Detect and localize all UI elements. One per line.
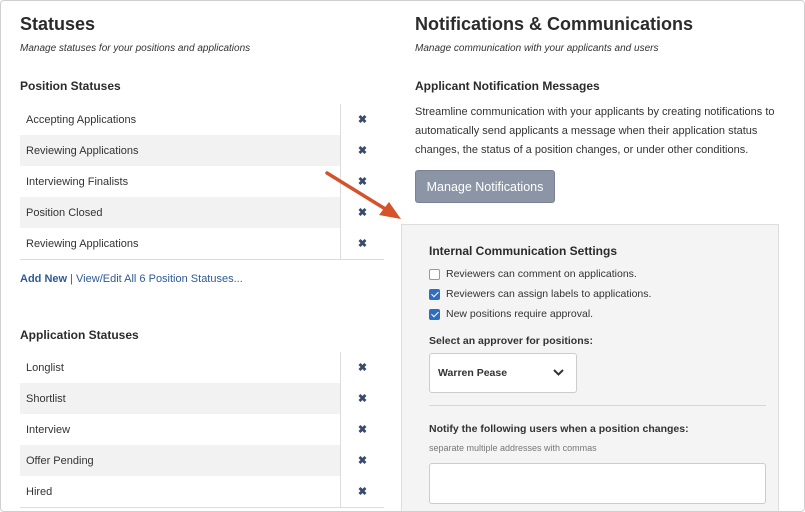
position-status-links: Add New | View/Edit All 6 Position Statu…	[20, 273, 243, 285]
notifications-title: Notifications & Communications	[415, 14, 694, 34]
applicant-messages-description: Streamline communication with your appli…	[415, 106, 775, 156]
status-label: Reviewing Applications	[20, 135, 341, 166]
status-label: Hired	[20, 476, 341, 507]
option-positions-approval[interactable]: New positions require approval.	[429, 308, 593, 320]
settings-page: Statuses Manage statuses for your positi…	[0, 0, 805, 512]
link-separator: |	[70, 273, 73, 285]
applicant-messages-heading: Applicant Notification Messages	[415, 79, 600, 93]
approver-select[interactable]: Warren Pease	[429, 353, 577, 393]
position-statuses-heading: Position Statuses	[20, 79, 121, 93]
status-label: Longlist	[20, 352, 341, 383]
option-reviewers-comment[interactable]: Reviewers can comment on applications.	[429, 268, 637, 280]
delete-icon[interactable]: ✖	[341, 445, 384, 476]
checkbox-unchecked[interactable]	[429, 268, 440, 280]
table-row: Accepting Applications ✖	[20, 104, 384, 135]
delete-icon[interactable]: ✖	[341, 352, 384, 383]
table-row: Hired ✖	[20, 476, 384, 507]
statuses-title: Statuses	[20, 14, 96, 34]
status-label: Interview	[20, 414, 341, 445]
add-new-link[interactable]: Add New	[20, 273, 67, 285]
application-status-table: Longlist ✖ Shortlist ✖ Interview ✖ Offer…	[20, 352, 384, 508]
status-label: Interviewing Finalists	[20, 166, 341, 197]
statuses-subtitle: Manage statuses for your positions and a…	[20, 43, 251, 54]
divider	[429, 405, 766, 406]
status-label: Position Closed	[20, 197, 341, 228]
status-label: Reviewing Applications	[20, 228, 341, 259]
application-statuses-heading: Application Statuses	[20, 328, 139, 342]
option-reviewers-labels[interactable]: Reviewers can assign labels to applicati…	[429, 288, 651, 300]
notify-users-hint: separate multiple addresses with commas	[429, 443, 597, 453]
internal-communication-panel: Internal Communication Settings Reviewer…	[401, 224, 779, 511]
table-row: Reviewing Applications ✖	[20, 135, 384, 166]
annotation-arrow-icon	[325, 171, 401, 219]
option-label: Reviewers can comment on applications.	[446, 268, 637, 280]
approver-label: Select an approver for positions:	[429, 335, 593, 347]
status-label: Offer Pending	[20, 445, 341, 476]
table-row: Interview ✖	[20, 414, 384, 445]
status-label: Shortlist	[20, 383, 341, 414]
delete-icon[interactable]: ✖	[341, 135, 384, 166]
delete-icon[interactable]: ✖	[341, 104, 384, 135]
option-label: Reviewers can assign labels to applicati…	[446, 288, 652, 300]
table-row: Shortlist ✖	[20, 383, 384, 414]
delete-icon[interactable]: ✖	[341, 476, 384, 507]
status-label: Accepting Applications	[20, 104, 341, 135]
notify-users-input[interactable]	[429, 463, 766, 504]
table-row: Offer Pending ✖	[20, 445, 384, 476]
delete-icon[interactable]: ✖	[341, 383, 384, 414]
notifications-subtitle: Manage communication with your applicant…	[415, 43, 659, 54]
view-edit-all-link[interactable]: View/Edit All 6 Position Statuses...	[76, 273, 243, 285]
approver-selected-value: Warren Pease	[438, 367, 508, 379]
checkbox-checked[interactable]	[429, 308, 440, 320]
table-row: Reviewing Applications ✖	[20, 228, 384, 259]
delete-icon[interactable]: ✖	[341, 228, 384, 259]
option-label: New positions require approval.	[446, 308, 594, 320]
table-row: Longlist ✖	[20, 352, 384, 383]
checkbox-checked[interactable]	[429, 288, 440, 300]
manage-notifications-button[interactable]: Manage Notifications	[415, 170, 555, 203]
internal-settings-heading: Internal Communication Settings	[429, 244, 618, 258]
delete-icon[interactable]: ✖	[341, 414, 384, 445]
chevron-down-icon	[553, 367, 564, 379]
notify-users-label: Notify the following users when a positi…	[429, 423, 689, 435]
